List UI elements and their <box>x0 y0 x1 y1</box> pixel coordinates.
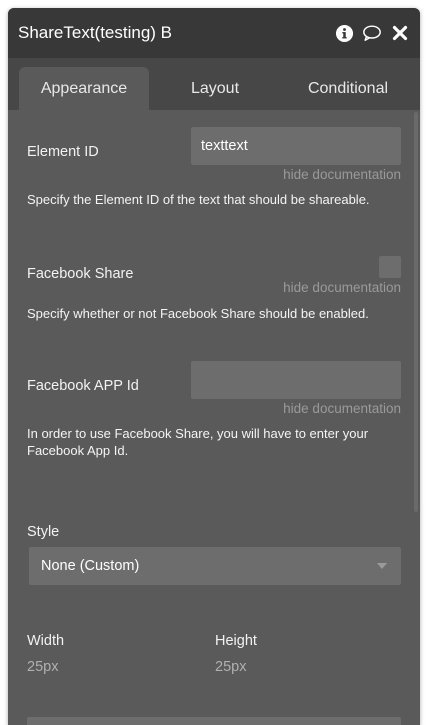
facebook-share-documentation: Specify whether or not Facebook Share sh… <box>27 306 369 321</box>
width-value[interactable]: 25px <box>27 659 58 675</box>
facebook-share-checkbox[interactable] <box>379 256 401 278</box>
style-dropdown[interactable]: None (Custom) <box>29 547 401 585</box>
hide-documentation-link[interactable]: hide documentation <box>283 167 401 182</box>
facebook-app-id-label: Facebook APP Id <box>27 378 139 394</box>
facebook-app-id-input[interactable] <box>191 361 401 399</box>
hide-documentation-link[interactable]: hide documentation <box>283 280 401 295</box>
panel-title: ShareText(testing) B <box>18 23 173 42</box>
panel-titlebar[interactable]: ShareText(testing) B <box>8 8 420 58</box>
close-icon[interactable] <box>390 23 410 43</box>
style-label: Style <box>27 524 60 540</box>
height-label: Height <box>215 633 257 649</box>
tab-conditional[interactable]: Conditional <box>282 67 414 110</box>
style-dropdown-value: None (Custom) <box>41 558 140 574</box>
element-id-label: Element ID <box>27 144 99 160</box>
tab-bar: Appearance Layout Conditional <box>8 58 420 110</box>
panel-scrollbar[interactable] <box>414 112 418 512</box>
info-icon[interactable] <box>334 23 354 43</box>
titlebar-icons <box>334 23 410 43</box>
tab-layout[interactable]: Layout <box>158 67 272 110</box>
element-id-documentation: Specify the Element ID of the text that … <box>27 192 370 207</box>
tab-appearance[interactable]: Appearance <box>19 67 149 110</box>
comment-icon[interactable] <box>362 23 382 43</box>
hide-documentation-link[interactable]: hide documentation <box>283 401 401 416</box>
chevron-down-icon <box>377 563 387 569</box>
width-label: Width <box>27 633 65 649</box>
facebook-app-id-documentation: In order to use Facebook Share, you will… <box>27 426 369 458</box>
property-editor-panel: ShareText(testing) B Appearance Layout C… <box>8 8 420 725</box>
cut-off-field[interactable] <box>27 717 401 725</box>
facebook-share-label: Facebook Share <box>27 266 134 282</box>
height-value[interactable]: 25px <box>215 659 246 675</box>
element-id-input[interactable]: texttext <box>191 127 401 165</box>
